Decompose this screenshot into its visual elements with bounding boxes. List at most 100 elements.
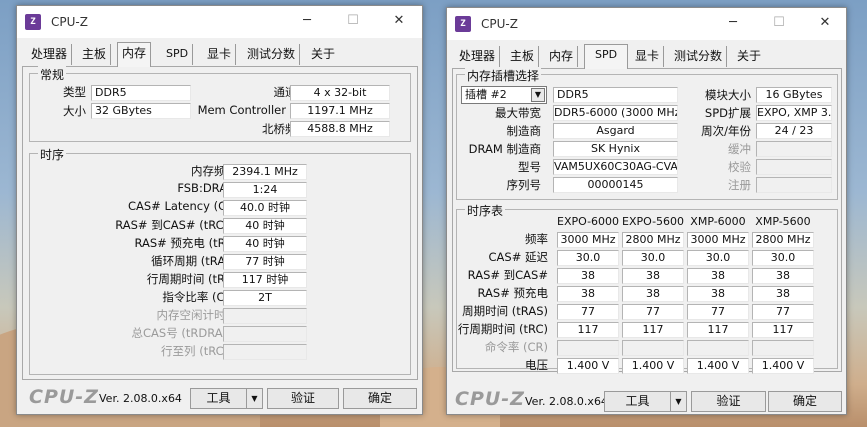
timing-cell: 1.400 V xyxy=(752,358,814,374)
timing-row-label: 周期时间 (tRAS) xyxy=(462,304,548,318)
timing-column-header: EXPO-6000 xyxy=(557,215,620,228)
slot-select-value: 插槽 #2 xyxy=(465,88,507,101)
timing-cell xyxy=(687,340,749,356)
title-bar[interactable]: Z CPU-Z ─ ☐ ✕ xyxy=(447,8,846,40)
manufacturer-label: 制造商 xyxy=(506,124,542,138)
cpuz-logo: CPU-Z xyxy=(29,386,99,408)
correction-value xyxy=(756,159,832,175)
minimize-button[interactable]: ─ xyxy=(710,8,756,38)
timing-value: 2394.1 MHz xyxy=(223,164,307,180)
tab-mainboard[interactable]: 主板 xyxy=(78,44,112,65)
slot-group-title: 内存插槽选择 xyxy=(465,67,542,84)
close-button[interactable]: ✕ xyxy=(376,6,422,36)
timing-cell: 77 xyxy=(557,304,619,320)
type-label: 类型 xyxy=(63,85,86,99)
timing-group: 时序 内存频率 2394.1 MHz FSB:DRAM 1:24 CAS# Latency… xyxy=(29,146,411,375)
timing-label: RAS# 预充电 (tRP) xyxy=(134,236,237,250)
tab-about[interactable]: 关于 xyxy=(307,44,339,65)
tab-graphics[interactable]: 显卡 xyxy=(631,46,665,67)
timing-cell: 2800 MHz xyxy=(622,232,684,248)
size-value: 32 GBytes xyxy=(91,103,191,119)
tab-bench[interactable]: 测试分数 xyxy=(243,44,301,65)
timing-column-header: XMP-5600 xyxy=(755,215,811,228)
validate-button[interactable]: 验证 xyxy=(691,391,766,412)
timing-cell: 3000 MHz xyxy=(687,232,749,248)
timing-column-header: EXPO-5600 xyxy=(622,215,685,228)
dram-manufacturer-label: DRAM 制造商 xyxy=(468,142,541,156)
buffered-label: 缓冲 xyxy=(728,142,751,156)
module-size-value: 16 GBytes xyxy=(756,87,832,103)
timing-cell: 1.400 V xyxy=(622,358,684,374)
tab-spd[interactable]: SPD xyxy=(584,44,629,69)
timing-row-label: 行周期时间 (tRC) xyxy=(457,322,548,336)
chevron-down-icon[interactable]: ▼ xyxy=(531,88,545,102)
tab-cpu[interactable]: 处理器 xyxy=(27,44,73,65)
timing-value: 40 时钟 xyxy=(223,236,307,252)
spd-ext-label: SPD扩展 xyxy=(704,106,751,120)
timing-cell: 3000 MHz xyxy=(557,232,619,248)
close-button[interactable]: ✕ xyxy=(802,8,846,38)
timing-cell: 77 xyxy=(622,304,684,320)
type-value: DDR5 xyxy=(91,85,191,101)
tools-button[interactable]: 工具 xyxy=(604,391,671,412)
timing-table-title: 时序表 xyxy=(465,202,506,219)
timing-cell: 77 xyxy=(752,304,814,320)
timing-value: 117 时钟 xyxy=(223,272,307,288)
tools-dropdown-icon[interactable]: ▼ xyxy=(246,388,263,409)
slot-group: 内存插槽选择 插槽 #2 ▼ DDR5 模块大小 16 GBytes 最大带宽 … xyxy=(456,67,838,200)
minimize-button[interactable]: ─ xyxy=(284,6,330,36)
cpuz-window-spd: Z CPU-Z ─ ☐ ✕ 处理器 主板 内存 SPD 显卡 测试分数 关于 内… xyxy=(446,7,847,415)
window-title: CPU-Z xyxy=(481,17,518,31)
tab-cpu[interactable]: 处理器 xyxy=(455,46,501,67)
timing-cell xyxy=(752,340,814,356)
timing-table-group: 时序表 EXPO-6000 EXPO-5600 XMP-6000 XMP-5600 频率 3… xyxy=(456,202,838,374)
correction-label: 校验 xyxy=(728,160,751,174)
version-label: Ver. 2.08.0.x64 xyxy=(525,395,608,408)
validate-button[interactable]: 验证 xyxy=(267,388,339,409)
timing-value: 1:24 xyxy=(223,182,307,198)
spd-panel: 内存插槽选择 插槽 #2 ▼ DDR5 模块大小 16 GBytes 最大带宽 … xyxy=(452,67,842,374)
timing-row-label: 命令率 (CR) xyxy=(484,340,548,354)
ok-button[interactable]: 确定 xyxy=(343,388,417,409)
timing-label: 总CAS号 (tRDRAM) xyxy=(131,326,238,340)
buffered-value xyxy=(756,141,832,157)
dram-manufacturer-value: SK Hynix xyxy=(553,141,678,157)
cpuz-logo: CPU-Z xyxy=(455,388,525,410)
tab-bench[interactable]: 测试分数 xyxy=(670,46,728,67)
timing-cell: 38 xyxy=(622,286,684,302)
manufacturer-value: Asgard xyxy=(553,123,678,139)
tab-spd[interactable]: SPD xyxy=(162,44,194,65)
tab-memory[interactable]: 内存 xyxy=(117,42,152,67)
window-title: CPU-Z xyxy=(51,15,88,29)
spd-ext-value: EXPO, XMP 3.0 xyxy=(756,105,832,121)
timing-value: 40 时钟 xyxy=(223,218,307,234)
serial-value: 00000145 xyxy=(553,177,678,193)
slot-select[interactable]: 插槽 #2 ▼ xyxy=(461,86,547,104)
timing-value xyxy=(223,326,307,342)
tools-button[interactable]: 工具 xyxy=(190,388,247,409)
cpu-z-icon: Z xyxy=(25,14,41,30)
part-number-value: VAM5UX60C30AG-CVALWM xyxy=(553,159,678,175)
northbridge-value: 4588.8 MHz xyxy=(290,121,390,137)
timing-row-label: 电压 xyxy=(525,358,548,372)
timing-column-header: XMP-6000 xyxy=(690,215,746,228)
registered-value xyxy=(756,177,832,193)
timing-value: 40.0 时钟 xyxy=(223,200,307,216)
title-bar[interactable]: Z CPU-Z ─ ☐ ✕ xyxy=(17,6,422,38)
tab-memory[interactable]: 内存 xyxy=(545,46,579,67)
tab-mainboard[interactable]: 主板 xyxy=(506,46,540,67)
timing-cell: 30.0 xyxy=(557,250,619,266)
timing-row-label: RAS# 预充电 xyxy=(477,286,548,300)
cpuz-window-memory: Z CPU-Z ─ ☐ ✕ 处理器 主板 内存 SPD 显卡 测试分数 关于 常… xyxy=(16,5,423,415)
timing-value: 2T xyxy=(223,290,307,306)
maximize-button[interactable]: ☐ xyxy=(330,6,376,36)
tab-about[interactable]: 关于 xyxy=(733,46,765,67)
maximize-button[interactable]: ☐ xyxy=(756,8,802,38)
tools-dropdown-icon[interactable]: ▼ xyxy=(670,391,687,412)
tab-graphics[interactable]: 显卡 xyxy=(203,44,237,65)
timing-cell: 38 xyxy=(752,268,814,284)
timing-cell: 30.0 xyxy=(752,250,814,266)
timing-cell: 117 xyxy=(687,322,749,338)
general-group-title: 常规 xyxy=(38,66,67,83)
ok-button[interactable]: 确定 xyxy=(768,391,842,412)
